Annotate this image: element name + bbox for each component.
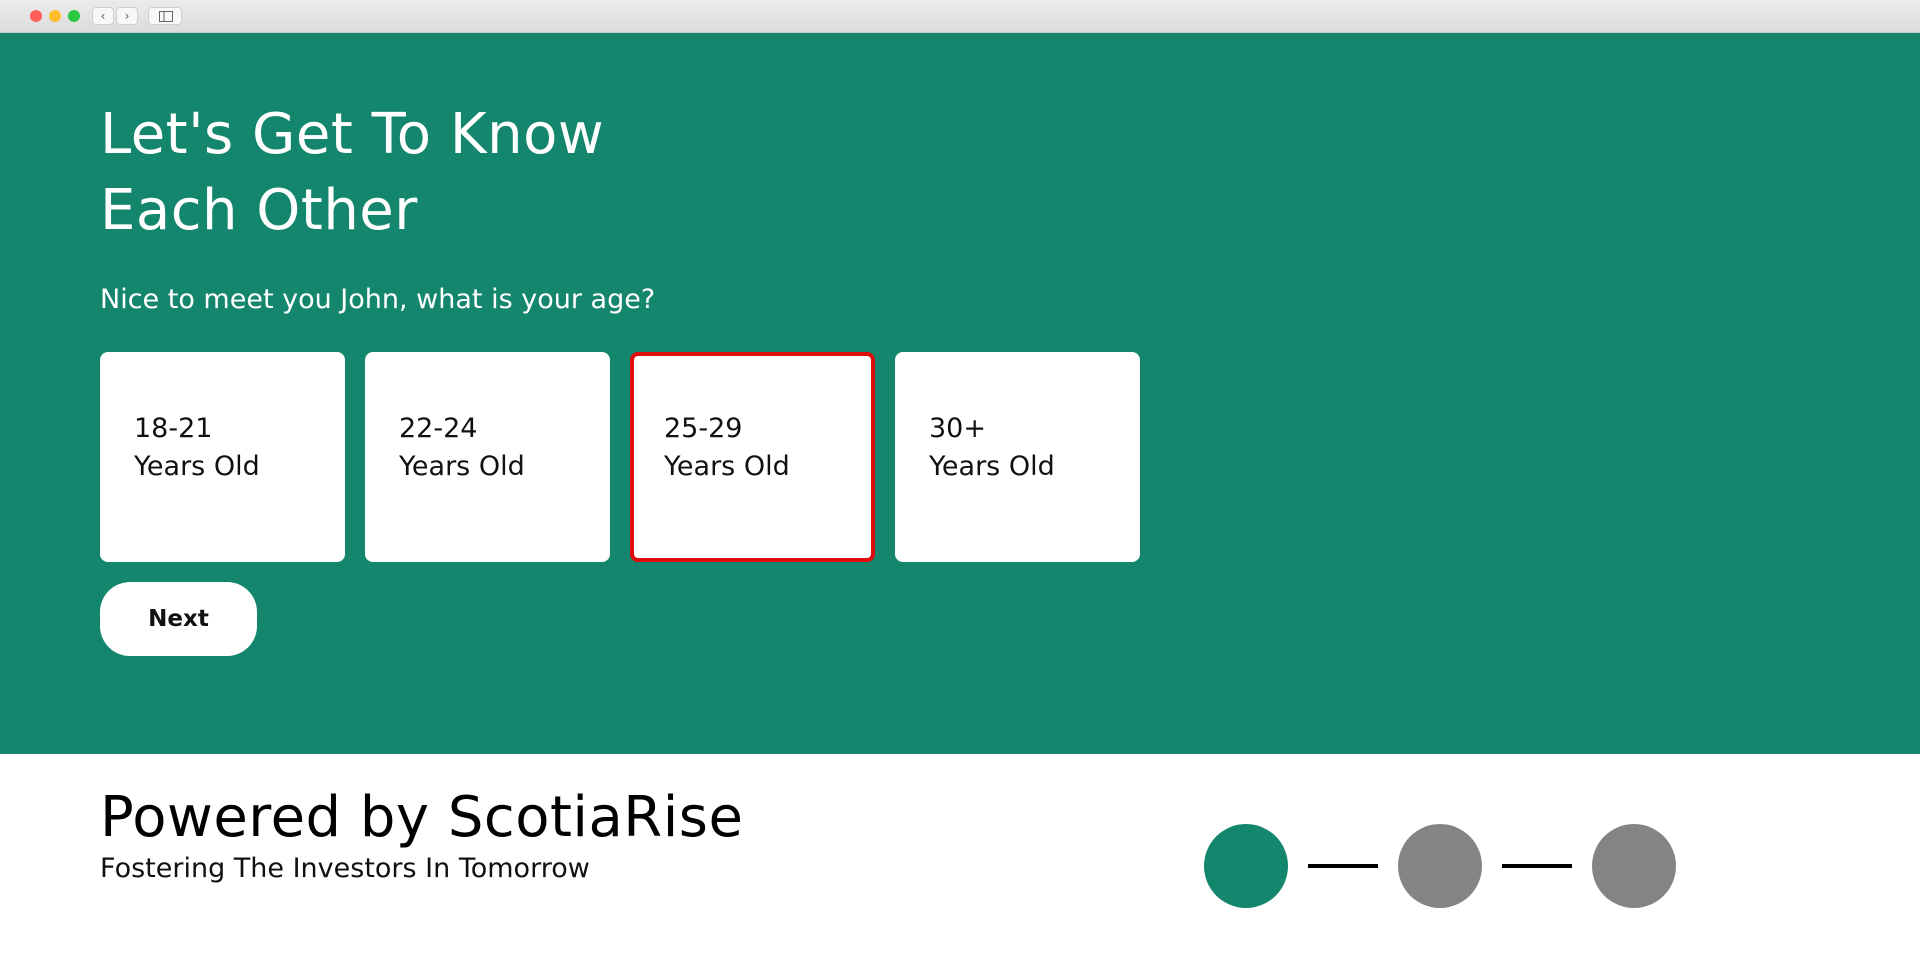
- age-question: Nice to meet you John, what is your age?: [100, 284, 656, 315]
- back-button[interactable]: ‹: [92, 7, 114, 25]
- age-options: 18-21 Years Old 22-24 Years Old 25-29 Ye…: [100, 352, 1140, 562]
- zoom-window-button[interactable]: [68, 10, 80, 22]
- age-option-22-24[interactable]: 22-24 Years Old: [365, 352, 610, 562]
- age-option-range: 22-24: [399, 413, 478, 444]
- title-line-1: Let's Get To Know: [100, 102, 605, 167]
- step-2-indicator: [1398, 824, 1482, 908]
- chevron-left-icon: ‹: [100, 9, 106, 23]
- age-option-range: 18-21: [134, 413, 213, 444]
- step-3-indicator: [1592, 824, 1676, 908]
- close-window-button[interactable]: [30, 10, 42, 22]
- step-connector: [1502, 864, 1572, 868]
- chevron-right-icon: ›: [124, 9, 130, 23]
- hero-section: Let's Get To Know Each Other Nice to mee…: [0, 33, 1920, 754]
- age-option-unit: Years Old: [929, 451, 1055, 482]
- page-title: Let's Get To Know Each Other: [100, 97, 900, 249]
- brand-name: Powered by ScotiaRise: [100, 785, 744, 850]
- title-line-2: Each Other: [100, 178, 418, 243]
- age-option-range: 30+: [929, 413, 986, 444]
- age-option-25-29[interactable]: 25-29 Years Old: [630, 352, 875, 562]
- forward-button[interactable]: ›: [116, 7, 138, 25]
- age-option-30-plus[interactable]: 30+ Years Old: [895, 352, 1140, 562]
- browser-toolbar: ‹ ›: [0, 0, 1920, 33]
- age-option-range: 25-29: [664, 413, 743, 444]
- age-option-unit: Years Old: [664, 451, 790, 482]
- brand-tagline: Fostering The Investors In Tomorrow: [100, 853, 590, 884]
- sidebar-toggle-button[interactable]: [148, 7, 182, 25]
- progress-stepper: [1204, 824, 1676, 908]
- minimize-window-button[interactable]: [49, 10, 61, 22]
- sidebar-icon: [159, 11, 173, 22]
- age-option-unit: Years Old: [399, 451, 525, 482]
- age-option-18-21[interactable]: 18-21 Years Old: [100, 352, 345, 562]
- step-1-indicator: [1204, 824, 1288, 908]
- step-connector: [1308, 864, 1378, 868]
- age-option-unit: Years Old: [134, 451, 260, 482]
- next-button[interactable]: Next: [100, 582, 257, 656]
- footer: Powered by ScotiaRise Fostering The Inve…: [0, 754, 1920, 975]
